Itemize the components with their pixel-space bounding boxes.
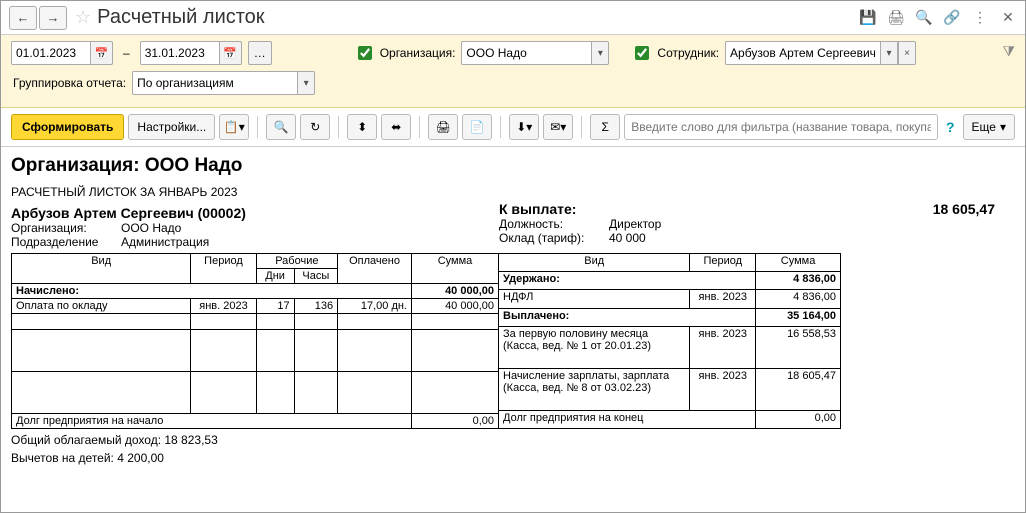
info-row: ПодразделениеАдминистрация <box>11 235 499 249</box>
org-dropdown-icon[interactable]: ▾ <box>591 41 609 65</box>
table-row: За первую половину месяца (Касса, вед. №… <box>499 326 841 368</box>
copy-button[interactable]: 📋▾ <box>219 114 249 140</box>
emp-label: Сотрудник: <box>657 46 719 60</box>
nav-forward-button[interactable]: → <box>39 6 67 30</box>
emp-dropdown-icon[interactable]: ▾ <box>880 41 898 65</box>
save-icon[interactable]: 💾 <box>859 9 877 27</box>
print-icon[interactable]: 🖨 <box>887 9 905 27</box>
calendar-to-icon[interactable]: 📅 <box>220 41 242 65</box>
org-checkbox[interactable] <box>358 46 372 60</box>
info-row: Организация:ООО Надо <box>11 221 499 235</box>
footer-line1: Общий облагаемый доход: 18 823,53 <box>11 433 1015 447</box>
settings-button[interactable]: Настройки... <box>128 114 215 140</box>
org-select[interactable] <box>461 41 591 65</box>
close-icon[interactable]: ✕ <box>999 9 1017 27</box>
period-header: РАСЧЕТНЫЙ ЛИСТОК ЗА ЯНВАРЬ 2023 <box>11 185 1015 199</box>
table-row: НДФЛянв. 20234 836,00 <box>499 290 841 308</box>
footer-line2: Вычетов на детей: 4 200,00 <box>11 451 1015 465</box>
date-from-input[interactable] <box>11 41 91 65</box>
more-button[interactable]: Еще ▾ <box>963 114 1015 140</box>
help-icon[interactable]: ? <box>942 119 959 135</box>
table-row: Оплата по окладу янв. 2023 17 136 17,00 … <box>12 299 499 314</box>
emp-select[interactable] <box>725 41 880 65</box>
expand-button[interactable]: ⬍ <box>347 114 377 140</box>
group-dropdown-icon[interactable]: ▾ <box>297 71 315 95</box>
accrued-table: Вид Период Рабочие Оплачено Сумма Дни Ча… <box>11 253 499 429</box>
held-table: Вид Период Сумма Удержано:4 836,00 НДФЛя… <box>499 253 841 429</box>
print-button[interactable]: 🖨 <box>428 114 458 140</box>
info-row: Оклад (тариф):40 000 <box>499 231 1015 245</box>
info-row: Должность:Директор <box>499 217 1015 231</box>
sum-button[interactable]: Σ <box>590 114 620 140</box>
period-ellipsis-button[interactable]: … <box>248 41 272 65</box>
page-setup-button[interactable]: 📄 <box>462 114 492 140</box>
emp-checkbox[interactable] <box>635 46 649 60</box>
calendar-from-icon[interactable]: 📅 <box>91 41 113 65</box>
menu-dots-icon[interactable]: ⋮ <box>971 9 989 27</box>
org-header: Организация: ООО Надо <box>11 155 1015 177</box>
filter-funnel-icon[interactable]: ⧩ <box>1003 43 1016 60</box>
link-icon[interactable]: 🔗 <box>943 9 961 27</box>
favorite-star-icon[interactable]: ☆ <box>75 7 91 28</box>
group-label: Группировка отчета: <box>13 76 126 90</box>
payout-row: К выплате:18 605,47 <box>499 201 1015 217</box>
form-button[interactable]: Сформировать <box>11 114 124 140</box>
table-row: Начисление зарплаты, зарплата (Касса, ве… <box>499 368 841 410</box>
save-file-button[interactable]: ⬇▾ <box>509 114 539 140</box>
refresh-button[interactable]: ↻ <box>300 114 330 140</box>
nav-back-button[interactable]: ← <box>9 6 37 30</box>
org-label: Организация: <box>380 46 456 60</box>
collapse-button[interactable]: ⬌ <box>381 114 411 140</box>
page-title: Расчетный листок <box>97 6 859 29</box>
email-button[interactable]: ✉▾ <box>543 114 573 140</box>
filter-input[interactable] <box>624 114 938 140</box>
preview-icon[interactable]: 🔍 <box>915 9 933 27</box>
employee-header: Арбузов Артем Сергеевич (00002) <box>11 205 499 221</box>
emp-clear-icon[interactable]: × <box>898 41 916 65</box>
date-to-input[interactable] <box>140 41 220 65</box>
group-select[interactable] <box>132 71 297 95</box>
zoom-button[interactable]: 🔍 <box>266 114 296 140</box>
